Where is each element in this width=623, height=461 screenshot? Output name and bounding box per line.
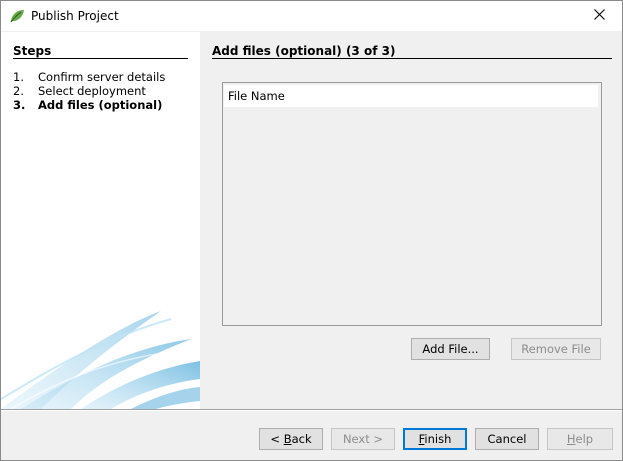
steps-heading: Steps: [13, 44, 52, 58]
decorative-swoosh-image: [1, 311, 200, 409]
files-table[interactable]: File Name: [222, 82, 602, 326]
step-number: 1.: [13, 70, 24, 84]
finish-button[interactable]: Finish: [403, 428, 467, 450]
publish-project-dialog: Publish Project Steps 1. Confirm server d…: [0, 0, 623, 461]
step-label: Confirm server details: [38, 70, 166, 84]
step-label: Add files (optional): [38, 98, 163, 112]
leaf-icon: [9, 8, 25, 24]
step-number: 2.: [13, 84, 24, 98]
steps-list: 1. Confirm server details 2. Select deploy…: [13, 70, 165, 112]
help-button[interactable]: Help: [547, 428, 613, 450]
steps-panel: Steps 1. Confirm server details 2. Select …: [1, 32, 200, 409]
content-divider: [212, 58, 612, 59]
help-label-post: elp: [575, 432, 594, 446]
cancel-button[interactable]: Cancel: [475, 428, 539, 450]
step-item-current: 3. Add files (optional): [13, 98, 165, 112]
step-item: 2. Select deployment: [13, 84, 165, 98]
close-button[interactable]: [576, 1, 622, 31]
column-header-file-name[interactable]: File Name: [224, 85, 598, 107]
finish-label-post: inish: [424, 432, 452, 446]
step-label: Select deployment: [38, 84, 146, 98]
step-item: 1. Confirm server details: [13, 70, 165, 84]
page-title: Add files (optional) (3 of 3): [212, 44, 396, 58]
footer-divider-highlight: [1, 410, 622, 411]
back-label-post: ack: [291, 432, 312, 446]
back-mnemonic: B: [283, 432, 292, 446]
title-bar: Publish Project: [1, 1, 622, 31]
back-label-pre: <: [270, 432, 284, 446]
close-icon: [593, 9, 605, 23]
help-mnemonic: H: [566, 432, 576, 446]
steps-divider: [13, 58, 188, 59]
add-file-button[interactable]: Add File...: [411, 338, 490, 360]
step-number: 3.: [13, 98, 26, 112]
window-title: Publish Project: [31, 9, 119, 23]
back-button[interactable]: < Back: [259, 428, 323, 450]
remove-file-button[interactable]: Remove File: [511, 338, 601, 360]
next-button[interactable]: Next >: [331, 428, 395, 450]
